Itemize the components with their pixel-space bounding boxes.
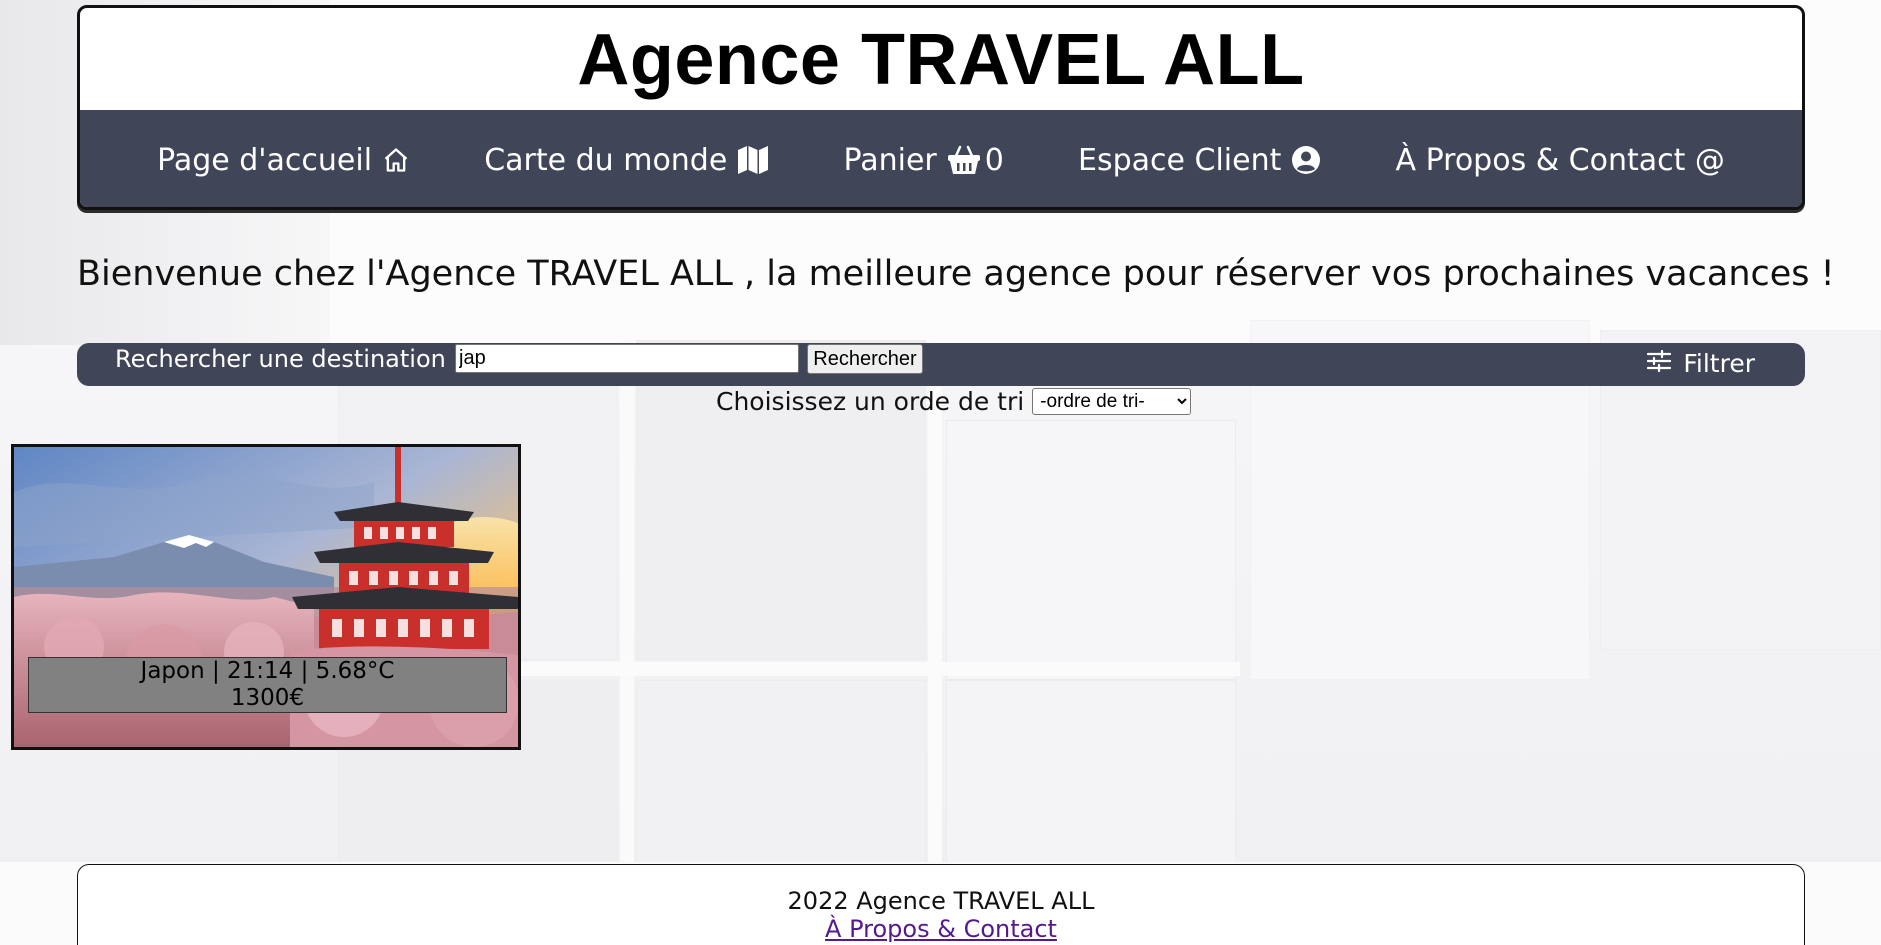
footer-copyright: 2022 Agence TRAVEL ALL xyxy=(787,887,1095,915)
destination-card[interactable]: Japon | 21:14 | 5.68°C 1300€ xyxy=(11,444,521,750)
destination-price: 1300€ xyxy=(230,685,305,711)
search-label: Rechercher une destination : xyxy=(115,345,462,373)
nav-cart-label: Panier xyxy=(843,142,937,178)
nav-client-space[interactable]: Espace Client xyxy=(1078,143,1321,178)
nav-home[interactable]: Page d'accueil xyxy=(157,143,410,178)
sort-label: Choisissez un orde de tri xyxy=(716,386,1025,416)
basket-icon xyxy=(947,145,981,175)
welcome-message: Bienvenue chez l'Agence TRAVEL ALL , la … xyxy=(77,254,1835,294)
site-footer: 2022 Agence TRAVEL ALL À Propos & Contac… xyxy=(77,864,1805,945)
site-header: Agence TRAVEL ALL Page d'accueil Carte d… xyxy=(77,5,1805,210)
nav-cart[interactable]: Panier 0 xyxy=(843,143,1003,178)
sliders-icon xyxy=(1647,349,1672,378)
sort-row: Choisissez un orde de tri -ordre de tri- xyxy=(716,386,1192,416)
user-circle-icon xyxy=(1291,145,1321,175)
destination-caption: Japon | 21:14 | 5.68°C 1300€ xyxy=(28,657,507,713)
nav-about-contact-label: À Propos & Contact @ xyxy=(1395,142,1725,178)
filter-button[interactable]: Filtrer xyxy=(1647,349,1755,378)
cart-count: 0 xyxy=(984,142,1004,178)
site-title: Agence TRAVEL ALL xyxy=(577,20,1305,100)
nav-world-map-label: Carte du monde xyxy=(484,142,728,178)
destination-info: Japon | 21:14 | 5.68°C xyxy=(140,658,395,684)
map-icon xyxy=(737,145,769,175)
nav-world-map[interactable]: Carte du monde xyxy=(484,143,769,178)
filter-label: Filtrer xyxy=(1683,349,1755,378)
home-icon xyxy=(382,146,410,174)
main-nav: Page d'accueil Carte du monde Panier 0 E… xyxy=(80,110,1802,207)
search-bar: Rechercher une destination : Rechercher … xyxy=(77,343,1805,386)
footer-about-contact-link[interactable]: À Propos & Contact xyxy=(825,915,1057,943)
nav-about-contact[interactable]: À Propos & Contact @ xyxy=(1396,143,1725,178)
sort-select[interactable]: -ordre de tri- xyxy=(1032,387,1192,415)
search-input[interactable] xyxy=(455,344,799,373)
nav-home-label: Page d'accueil xyxy=(157,142,373,178)
nav-client-space-label: Espace Client xyxy=(1078,142,1282,178)
search-button[interactable]: Rechercher xyxy=(807,344,923,374)
